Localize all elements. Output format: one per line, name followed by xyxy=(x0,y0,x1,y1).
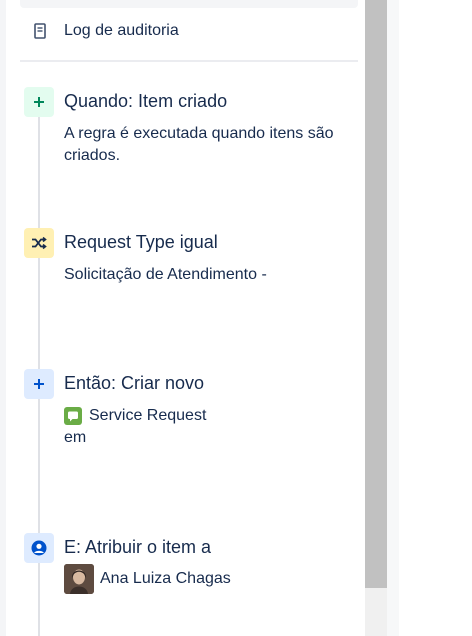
avatar xyxy=(64,564,94,594)
left-gutter xyxy=(0,0,6,636)
audit-log-label: Log de auditoria xyxy=(64,22,179,39)
service-request-type: Service Request xyxy=(64,405,354,427)
shuffle-icon xyxy=(24,228,54,258)
scrollbar-thumb[interactable] xyxy=(365,0,387,588)
audit-log-link[interactable]: Log de auditoria xyxy=(34,20,179,42)
trigger-title: Quando: Item criado xyxy=(64,91,228,111)
plus-icon xyxy=(24,369,54,399)
user-circle-icon xyxy=(24,533,54,563)
assignee-name: Ana Luiza Chagas xyxy=(100,570,231,587)
assignee: Ana Luiza Chagas xyxy=(64,564,354,594)
assign-item-description: Ana Luiza Chagas xyxy=(64,564,354,594)
create-item-title: Então: Criar novo xyxy=(64,373,205,393)
previous-item-strip[interactable] xyxy=(20,0,358,8)
service-request-label: Service Request xyxy=(89,407,207,424)
divider xyxy=(20,60,358,62)
trigger-description: A regra é executada quando itens são cri… xyxy=(64,125,334,164)
right-panel-edge xyxy=(387,0,399,636)
plus-icon xyxy=(24,87,54,117)
condition-description: Solicitação de Atendimento - xyxy=(64,266,267,283)
create-item-description: Service Request em xyxy=(64,405,354,449)
condition-title: Request Type igual xyxy=(64,232,218,252)
assign-item-title: E: Atribuir o item a xyxy=(64,537,212,557)
create-item-suffix: em xyxy=(64,429,87,446)
chat-bubble-icon xyxy=(64,407,82,425)
automation-rule-panel: Log de auditoria Quando: Item criado A r… xyxy=(0,0,472,636)
document-icon xyxy=(34,23,46,39)
